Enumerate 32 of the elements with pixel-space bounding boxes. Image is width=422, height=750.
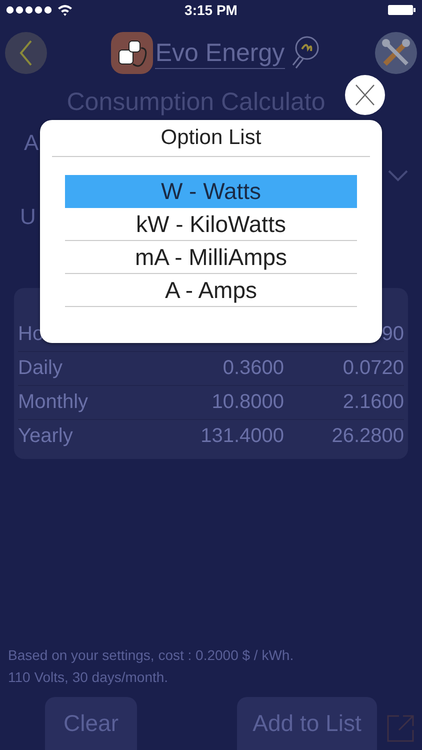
table-cell-text: 0.0720 (342, 357, 404, 380)
field-label: A (24, 130, 39, 156)
row-label: Yearly (18, 425, 74, 448)
option-item[interactable]: A - Amps (65, 274, 357, 307)
plug-icon (111, 32, 154, 74)
field-label: U (20, 204, 36, 230)
table-cell-text: 0.3600 (222, 357, 284, 380)
app-name: Evo Energy (155, 38, 285, 68)
status-time: 3:15 PM (184, 2, 238, 18)
option-item[interactable]: kW - KiloWatts (65, 208, 357, 241)
table-cell-text: 2.1600 (342, 391, 404, 414)
option-item[interactable]: W - Watts (65, 175, 357, 208)
row-label: Monthly (18, 391, 90, 414)
row-label: Daily (18, 357, 64, 380)
close-button[interactable] (345, 75, 385, 115)
wifi-icon (57, 4, 73, 16)
tools-icon (381, 38, 411, 68)
dialog-title: Option List (160, 125, 262, 151)
chevron-left-icon (19, 40, 33, 66)
battery-icon (388, 5, 416, 15)
chevron-down-icon (388, 170, 408, 182)
settings-note: Based on your settings, cost : 0.2000 $ / kWh. (8, 647, 294, 663)
table-cell-text: 131.4000 (200, 425, 284, 448)
close-icon (355, 84, 375, 106)
signal-icon (6, 6, 52, 14)
back-button[interactable] (5, 32, 47, 74)
settings-button[interactable] (375, 32, 417, 74)
table-cell-text: 26.2800 (330, 425, 404, 448)
option-item[interactable]: mA - MilliAmps (65, 241, 357, 274)
table-cell-text: 10.8000 (210, 391, 284, 414)
settings-note: 110 Volts, 30 days/month. (8, 669, 168, 685)
table-cell-text: 90 (380, 323, 404, 346)
